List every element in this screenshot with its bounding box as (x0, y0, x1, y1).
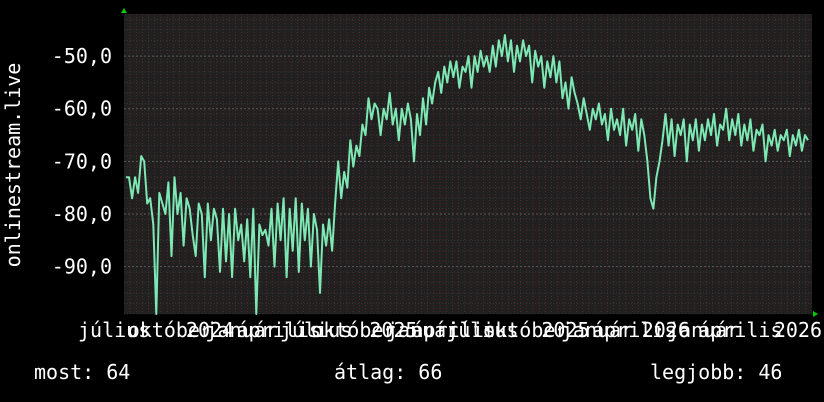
average-value-stat: átlag: 66 (334, 360, 443, 384)
y-tick-label: -90,0 (52, 255, 112, 279)
chart-canvas: -90,0 -80,0 -70,0 -60,0 -50,0 júliusoktóber2… (1, 8, 822, 342)
y-tick-label: -80,0 (52, 202, 112, 226)
x-tick-labels: júliusoktóber2024januáráprilisjúliusoktó… (78, 318, 822, 342)
x-tick-label: 2026 (774, 318, 822, 342)
x-tick-label: április (698, 318, 782, 342)
y-tick-labels: -90,0 -80,0 -70,0 -60,0 -50,0 (52, 44, 112, 279)
y-tick-label: -50,0 (52, 44, 112, 68)
chart-page: -90,0 -80,0 -70,0 -60,0 -50,0 július október 2… (0, 0, 824, 402)
y-tick-label: -60,0 (52, 97, 112, 121)
current-value-stat: most: 64 (34, 360, 131, 384)
y-tick-label: -70,0 (52, 149, 112, 173)
y-axis-label: onlinestream.live (1, 63, 25, 268)
x-axis-arrow (813, 311, 818, 317)
best-value-stat: legjobb: 46 (650, 360, 783, 384)
y-axis-arrow (121, 8, 127, 13)
